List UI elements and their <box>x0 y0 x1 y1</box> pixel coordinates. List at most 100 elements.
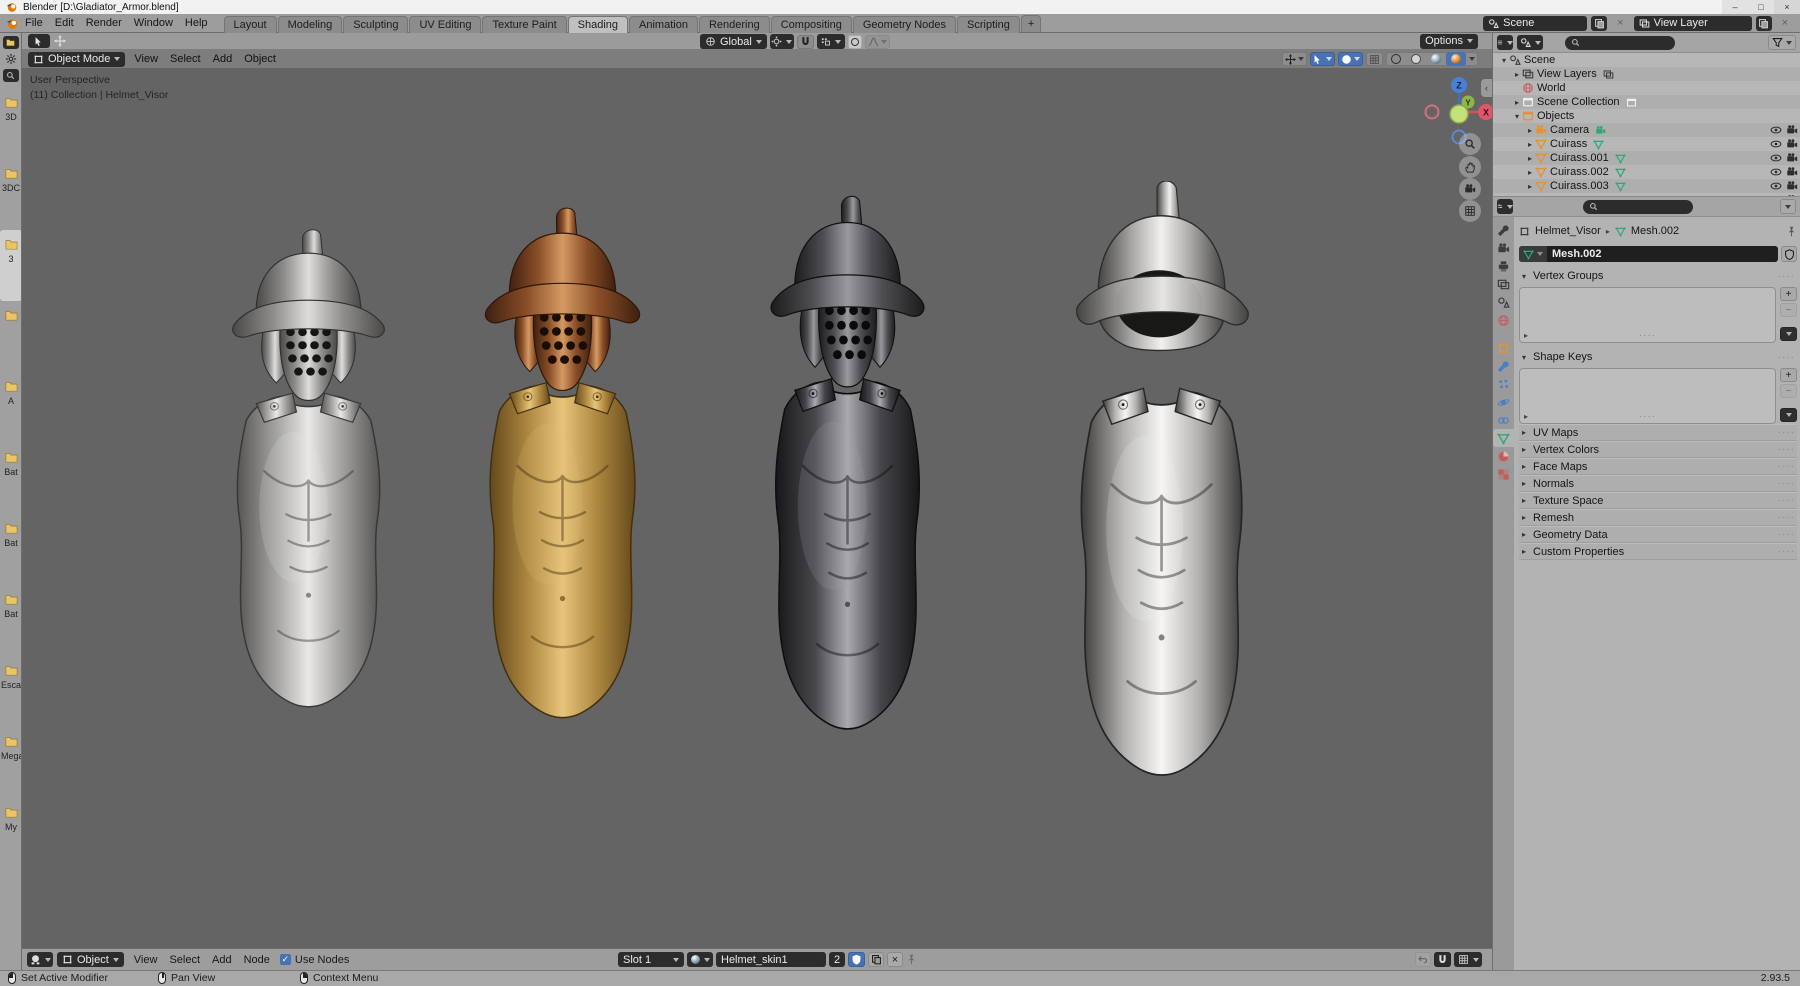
empty-list-box[interactable]: ▸ ···· <box>1519 287 1776 343</box>
shader-type-dropdown[interactable]: Object <box>57 952 124 967</box>
remove-view-layer-button[interactable]: × <box>1776 17 1794 29</box>
hide-in-viewport-toggle[interactable] <box>1768 152 1784 164</box>
outliner-row[interactable]: ▸ Camera <box>1493 123 1800 137</box>
list-resize-grip[interactable]: ···· <box>1639 330 1656 341</box>
shading-options-dropdown[interactable] <box>1466 52 1478 66</box>
panel-header[interactable]: ▾ Vertex Groups ···· <box>1519 268 1797 284</box>
menu-item[interactable]: Node <box>238 954 276 966</box>
menu-item[interactable]: View <box>128 53 164 65</box>
menu-item[interactable]: Object <box>238 53 282 65</box>
node-snap-target-dropdown[interactable] <box>1454 952 1482 967</box>
outliner-filter-dropdown[interactable] <box>1768 35 1796 50</box>
panel-expander-icon[interactable]: ▸ <box>1519 462 1529 471</box>
mode-dropdown[interactable]: Object Mode <box>28 51 126 67</box>
shading-material-button[interactable] <box>1426 52 1446 66</box>
properties-tab-object[interactable] <box>1493 339 1514 357</box>
menu-item[interactable]: Add <box>207 53 239 65</box>
properties-tab-modifiers[interactable] <box>1493 357 1514 375</box>
sidebar-toggle[interactable]: ‹ <box>1481 79 1492 97</box>
expander-icon[interactable]: ▸ <box>1525 182 1535 191</box>
panel-drag-handle[interactable]: ···· <box>1778 495 1797 506</box>
expander-icon[interactable]: ▾ <box>1512 112 1522 121</box>
list-remove-button[interactable]: − <box>1780 303 1797 317</box>
expander-icon[interactable]: ▸ <box>1525 168 1535 177</box>
cuirass-bronze-gold[interactable] <box>442 203 682 735</box>
workspace-tab-sculpting[interactable]: Sculpting <box>343 15 409 33</box>
properties-tab-physics[interactable] <box>1493 393 1514 411</box>
list-filter-expander[interactable]: ▸ <box>1524 412 1528 421</box>
list-specials-button[interactable] <box>1780 327 1797 341</box>
proportional-falloff-dropdown[interactable] <box>864 34 890 49</box>
panel-drag-handle[interactable]: ···· <box>1778 546 1797 557</box>
workspace-tab-geometry-nodes[interactable]: Geometry Nodes <box>852 15 957 33</box>
toggle-xray-button[interactable] <box>1338 52 1363 66</box>
settings-gear-icon[interactable] <box>5 53 17 65</box>
file-search-button[interactable] <box>2 69 19 82</box>
menu-item[interactable]: Window <box>128 17 179 29</box>
menu-item[interactable]: Select <box>164 53 207 65</box>
workspace-tab-modeling[interactable]: Modeling <box>277 15 343 33</box>
minimize-button[interactable]: – <box>1722 0 1748 14</box>
panel-drag-handle[interactable]: ···· <box>1778 352 1797 363</box>
menu-item[interactable]: File <box>19 17 49 29</box>
workspace-tab-scripting[interactable]: Scripting <box>957 15 1020 33</box>
workspace-tab-uv-editing[interactable]: UV Editing <box>409 15 482 33</box>
add-workspace-button[interactable]: + <box>1020 14 1042 32</box>
properties-tab-texture[interactable] <box>1493 465 1514 483</box>
panel-expander-icon[interactable]: ▸ <box>1519 445 1529 454</box>
expander-icon[interactable]: ▸ <box>1525 126 1535 135</box>
panel-header[interactable]: ▸ Normals ···· <box>1519 475 1797 492</box>
outliner-search-input[interactable] <box>1565 35 1675 50</box>
snap-target-dropdown[interactable] <box>816 34 845 49</box>
expander-icon[interactable]: ▸ <box>1512 70 1522 79</box>
panel-expander-icon[interactable]: ▸ <box>1519 513 1529 522</box>
panel-header[interactable]: ▸ Geometry Data ···· <box>1519 526 1797 543</box>
panel-header[interactable]: ▸ Custom Properties ···· <box>1519 543 1797 560</box>
unlink-scene-button[interactable]: × <box>1611 17 1629 29</box>
panel-header[interactable]: ▾ Shape Keys ···· <box>1519 349 1797 365</box>
properties-tab-output[interactable] <box>1493 257 1514 275</box>
empty-list-box[interactable]: ▸ ···· <box>1519 368 1776 424</box>
workspace-tab-animation[interactable]: Animation <box>629 15 698 33</box>
outliner-row[interactable]: ▸ Cuirass.001 <box>1493 151 1800 165</box>
new-view-layer-button[interactable] <box>1755 15 1772 31</box>
tweak-tool-icon[interactable] <box>54 35 66 47</box>
folder-item[interactable]: 3D <box>0 88 22 159</box>
menu-item[interactable]: Help <box>179 17 214 29</box>
properties-search-input[interactable] <box>1583 199 1693 214</box>
view-layer-selector[interactable]: View Layer <box>1633 15 1752 31</box>
hide-in-viewport-toggle[interactable] <box>1768 124 1784 136</box>
properties-tab-material[interactable] <box>1493 447 1514 465</box>
new-scene-button[interactable] <box>1591 15 1608 31</box>
workspace-tab-texture-paint[interactable]: Texture Paint <box>482 15 567 33</box>
tool-options-dropdown[interactable]: Options <box>1420 33 1478 49</box>
menu-item[interactable]: Add <box>206 954 238 966</box>
disable-in-renders-toggle[interactable] <box>1784 180 1800 192</box>
outliner-row[interactable]: ▾ Scene <box>1493 53 1800 67</box>
material-pin-icon[interactable] <box>906 954 917 965</box>
folder-item[interactable]: 3 <box>0 230 21 301</box>
outliner-row[interactable]: ▸ Cuirass.002 <box>1493 165 1800 179</box>
outliner-row[interactable]: World <box>1493 81 1800 95</box>
cuirass-weathered-silver[interactable] <box>190 225 426 723</box>
panel-drag-handle[interactable]: ···· <box>1778 461 1797 472</box>
folder-item[interactable]: Bat <box>0 443 21 514</box>
properties-tab-render[interactable] <box>1493 239 1514 257</box>
outliner-row[interactable]: ▸ Scene Collection <box>1493 95 1800 109</box>
expander-icon[interactable]: ▸ <box>1525 154 1535 163</box>
material-browse-dropdown[interactable] <box>687 952 713 967</box>
folder-item[interactable]: A <box>0 372 22 443</box>
disable-in-renders-toggle[interactable] <box>1784 124 1800 136</box>
expander-icon[interactable]: ▾ <box>1499 56 1509 65</box>
material-users-count[interactable]: 2 <box>829 952 845 967</box>
panel-drag-handle[interactable]: ···· <box>1778 271 1797 282</box>
pivot-point-dropdown[interactable] <box>769 34 794 49</box>
folder-item[interactable]: Esca <box>0 656 21 727</box>
hide-in-viewport-toggle[interactable] <box>1768 180 1784 192</box>
outliner-row[interactable]: ▸ View Layers <box>1493 67 1800 81</box>
material-unlink-button[interactable]: × <box>887 952 903 967</box>
cuirass-polished-steel[interactable] <box>1028 180 1294 795</box>
properties-tab-view-layer[interactable] <box>1493 275 1514 293</box>
panel-expander-icon[interactable]: ▸ <box>1519 530 1529 539</box>
fake-user-shield-button[interactable] <box>1781 246 1797 262</box>
